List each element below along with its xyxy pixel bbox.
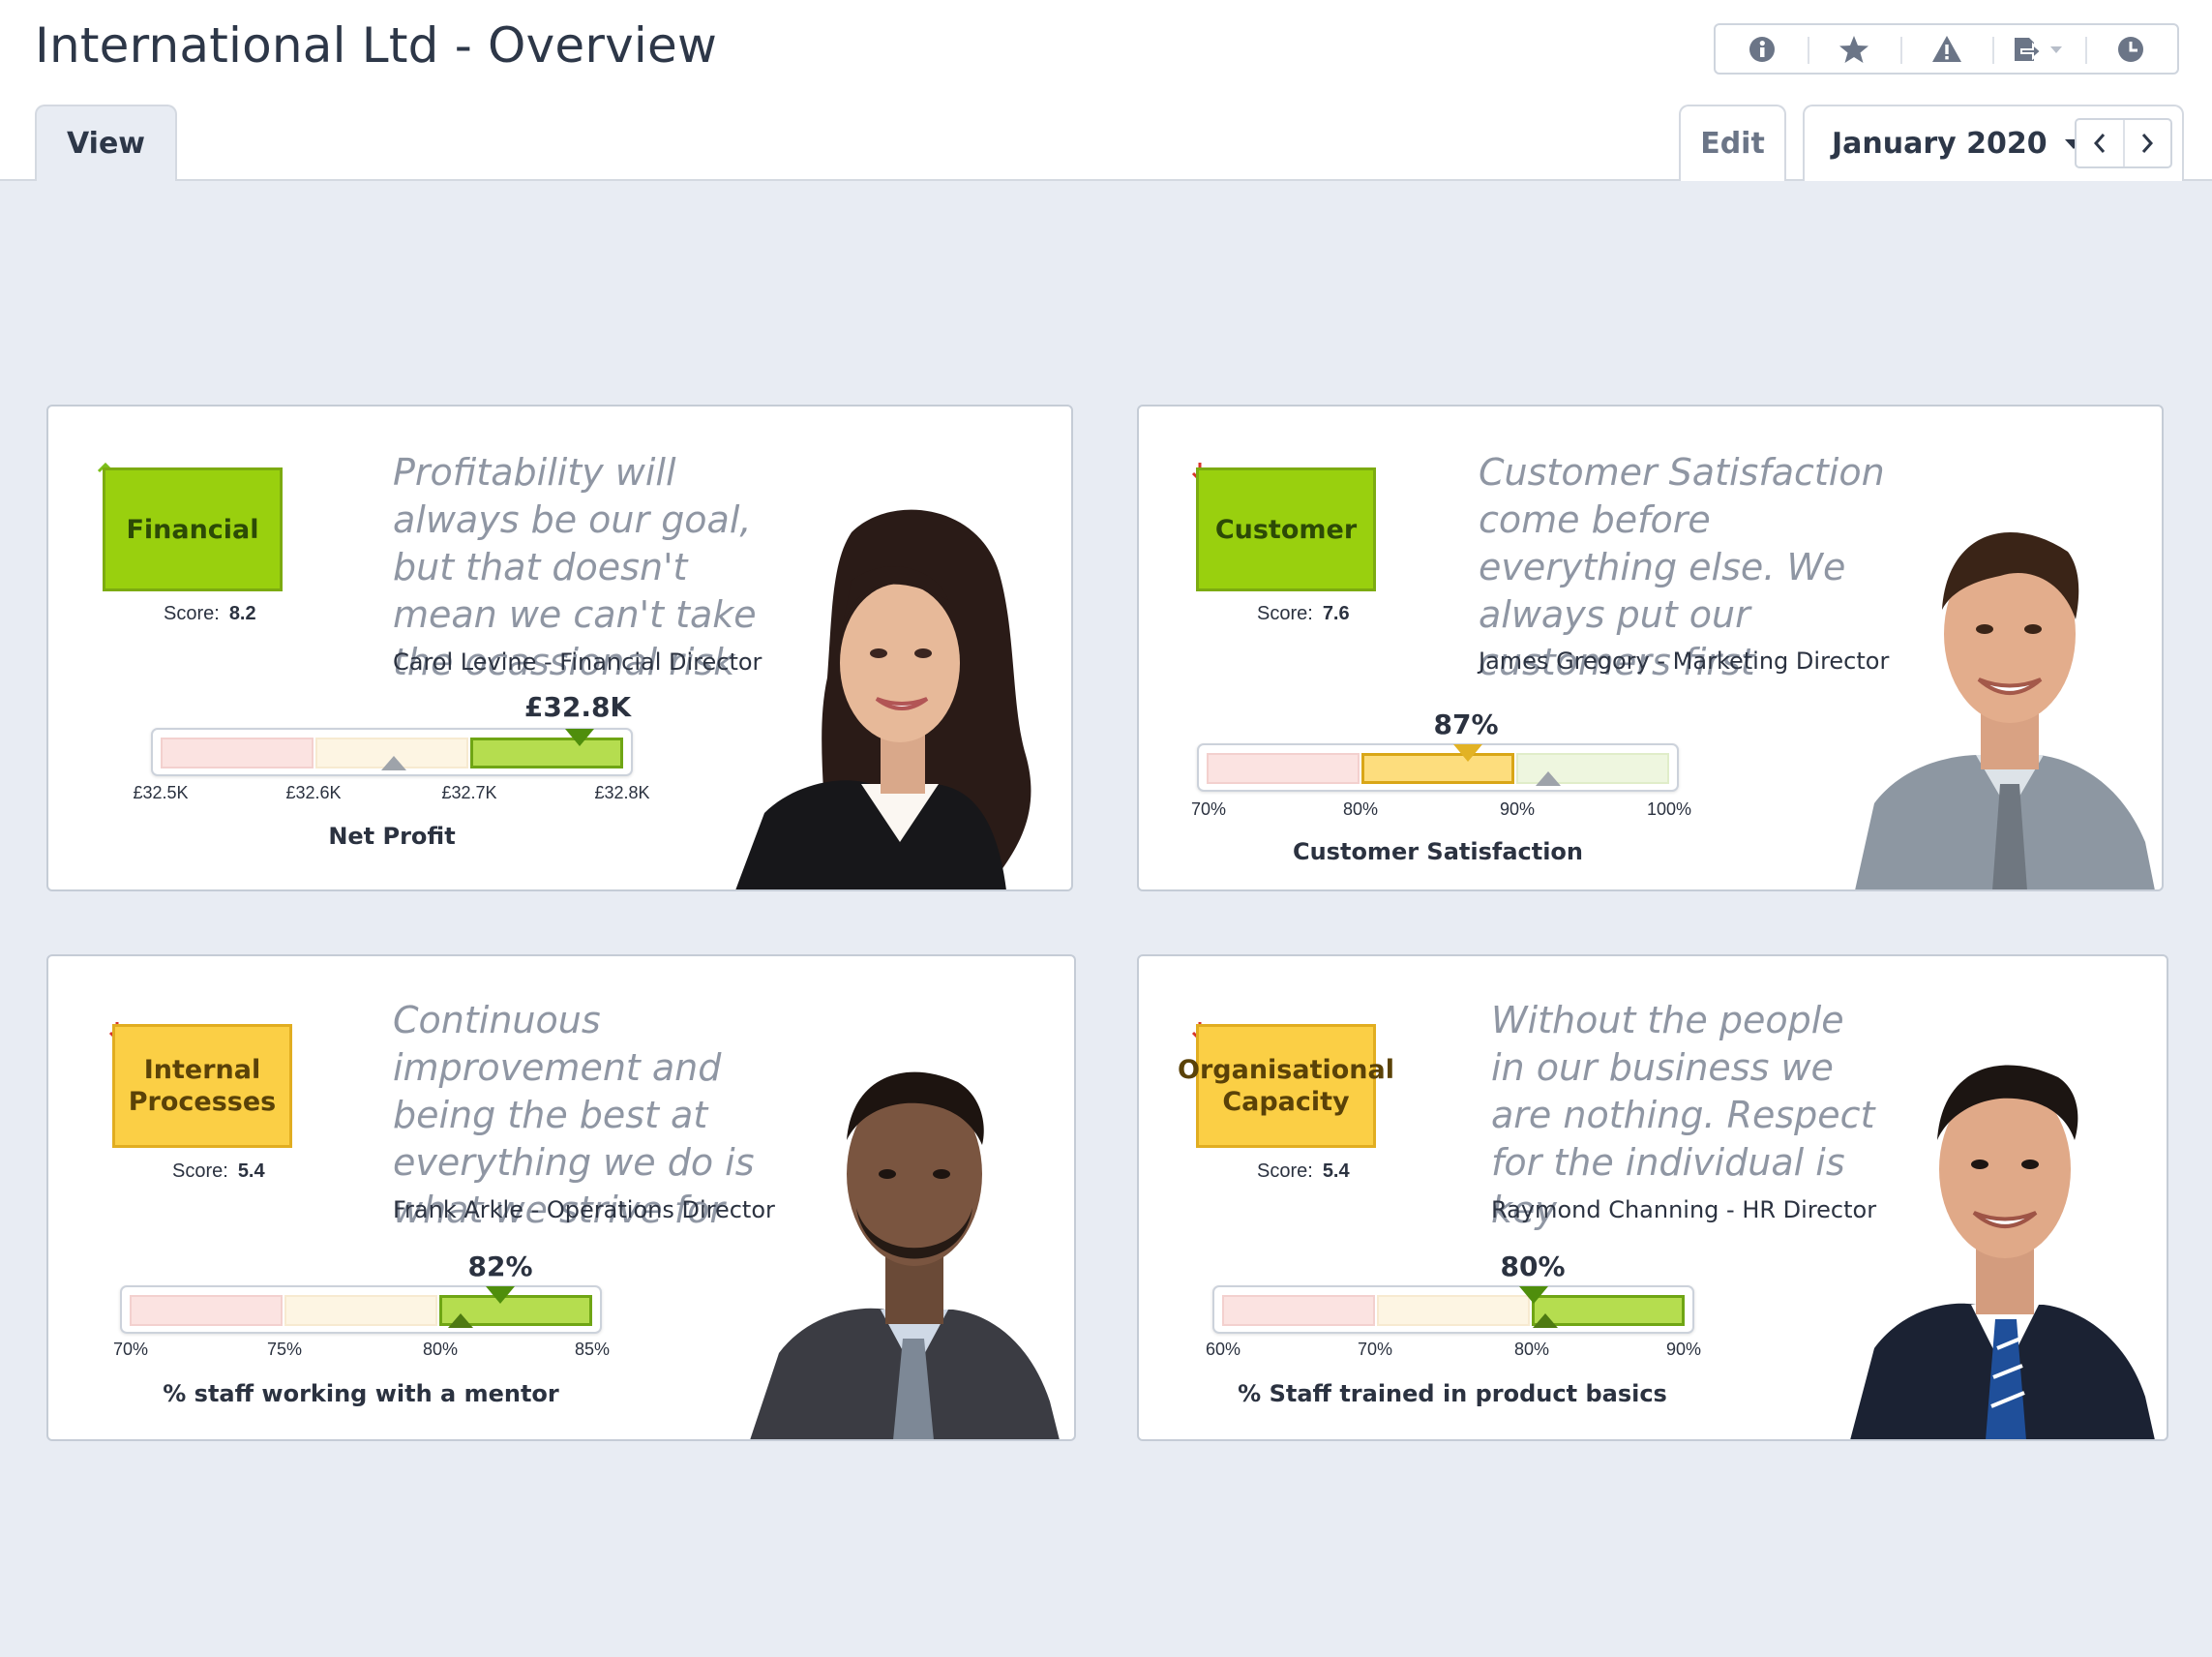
actual-marker <box>1453 744 1482 762</box>
info-icon <box>1748 35 1777 64</box>
gauge-tick: 90% <box>1500 799 1535 820</box>
score-label: Score: <box>1257 603 1313 624</box>
portrait-image <box>750 1034 1069 1440</box>
perspective-badge[interactable]: Organisational Capacity <box>1196 1024 1376 1148</box>
gauge-tick: 80% <box>1514 1340 1549 1360</box>
alerts-button[interactable] <box>1900 25 1992 73</box>
scorecard-organisational-capacity[interactable]: Organisational Capacity Score:5.4 Withou… <box>1137 954 2168 1441</box>
kpi-gauge <box>1197 743 1679 792</box>
gauge-tick: 70% <box>1191 799 1226 820</box>
score-label: Score: <box>164 603 220 624</box>
gauge-tick: 60% <box>1206 1340 1241 1360</box>
score-value: 8.2 <box>229 603 256 624</box>
gauge-tick: £32.6K <box>285 783 341 803</box>
gauge-band-amber <box>1377 1295 1530 1326</box>
metric-name: Net Profit <box>328 823 455 850</box>
author-name: Raymond Channing - HR Director <box>1491 1196 1876 1223</box>
period-label: January 2020 <box>1832 127 2048 161</box>
gauge-tick: 80% <box>423 1340 458 1360</box>
kpi-value: 80% <box>1500 1250 1565 1282</box>
toolbar <box>1714 23 2179 75</box>
target-marker <box>1536 771 1561 786</box>
chevron-right-icon <box>2139 133 2155 154</box>
metric-name: % staff working with a mentor <box>163 1380 559 1407</box>
gauge-band-red <box>1207 753 1360 784</box>
gauge-band-amber <box>284 1295 437 1326</box>
kpi-gauge <box>1212 1285 1694 1334</box>
export-icon <box>2012 35 2066 64</box>
page-title: International Ltd - Overview <box>35 17 717 74</box>
gauge-band-red <box>130 1295 283 1326</box>
gauge-tick: £32.7K <box>441 783 496 803</box>
star-icon <box>1838 35 1869 64</box>
actual-marker <box>1519 1286 1548 1304</box>
gauge-band-red <box>1222 1295 1375 1326</box>
author-name: Frank Arkle - Operations Director <box>393 1196 775 1223</box>
gauge-tick: 70% <box>113 1340 148 1360</box>
perspective-badge[interactable]: Financial <box>103 467 283 591</box>
gauge-band-green <box>470 738 623 768</box>
kpi-value: 87% <box>1433 708 1498 740</box>
history-button[interactable] <box>2085 25 2177 73</box>
score-label: Score: <box>1257 1160 1313 1182</box>
gauge-tick: £32.5K <box>133 783 188 803</box>
score-value: 7.6 <box>1323 603 1350 624</box>
gauge-tick: £32.8K <box>594 783 649 803</box>
target-marker <box>448 1313 473 1328</box>
score-value: 5.4 <box>238 1160 265 1182</box>
score-text: Score: 8.2 <box>164 603 256 625</box>
scorecard-financial[interactable]: Financial Score:8.2 Profitability will a… <box>46 405 1073 891</box>
history-icon <box>2116 35 2145 64</box>
gauge-tick: 85% <box>575 1340 610 1360</box>
portrait-image <box>735 494 1064 890</box>
metric-name: Customer Satisfaction <box>1293 838 1583 865</box>
kpi-gauge <box>120 1285 602 1334</box>
warning-icon <box>1931 35 1962 64</box>
target-marker <box>381 756 406 770</box>
gauge-tick: 80% <box>1343 799 1378 820</box>
score-text: Score: 5.4 <box>1257 1160 1350 1183</box>
next-period-button[interactable] <box>2123 120 2171 166</box>
metric-name: % Staff trained in product basics <box>1238 1380 1667 1407</box>
gauge-tick: 90% <box>1666 1340 1701 1360</box>
favourite-button[interactable] <box>1808 25 1899 73</box>
gauge-tick: 75% <box>267 1340 302 1360</box>
score-text: Score: 5.4 <box>172 1160 265 1183</box>
perspective-badge[interactable]: Customer <box>1196 467 1376 591</box>
info-button[interactable] <box>1716 25 1808 73</box>
score-value: 5.4 <box>1323 1160 1350 1182</box>
chevron-left-icon <box>2092 133 2107 154</box>
score-text: Score: 7.6 <box>1257 603 1350 625</box>
perspective-badge[interactable]: Internal Processes <box>112 1024 292 1148</box>
scorecard-internal-processes[interactable]: Internal Processes Score:5.4 Continuous … <box>46 954 1076 1441</box>
previous-period-button[interactable] <box>2077 120 2123 166</box>
gauge-tick: 70% <box>1358 1340 1392 1360</box>
gauge-tick: 100% <box>1647 799 1691 820</box>
author-name: Carol Levine - Financial Director <box>393 648 762 676</box>
actual-marker <box>565 729 594 746</box>
tab-view[interactable]: View <box>35 105 177 181</box>
gauge-band-amber <box>1361 753 1514 784</box>
scorecard-customer[interactable]: Customer Score: 7.6 Customer Satisfaction… <box>1137 405 2164 891</box>
kpi-value: £32.8K <box>524 691 631 723</box>
kpi-gauge <box>151 728 633 776</box>
period-navigation <box>2075 118 2172 168</box>
actual-marker <box>486 1286 515 1304</box>
tab-edit[interactable]: Edit <box>1679 105 1786 181</box>
export-button[interactable] <box>1992 25 2084 73</box>
gauge-band-red <box>161 738 314 768</box>
portrait-image <box>1850 1029 2160 1440</box>
portrait-image <box>1855 494 2155 890</box>
kpi-value: 82% <box>467 1250 532 1282</box>
score-label: Score: <box>172 1160 228 1182</box>
target-marker <box>1533 1313 1558 1328</box>
top-bar: International Ltd - Overview View Edit J… <box>0 0 2212 181</box>
author-name: James Gregory - Marketing Director <box>1479 648 1889 675</box>
